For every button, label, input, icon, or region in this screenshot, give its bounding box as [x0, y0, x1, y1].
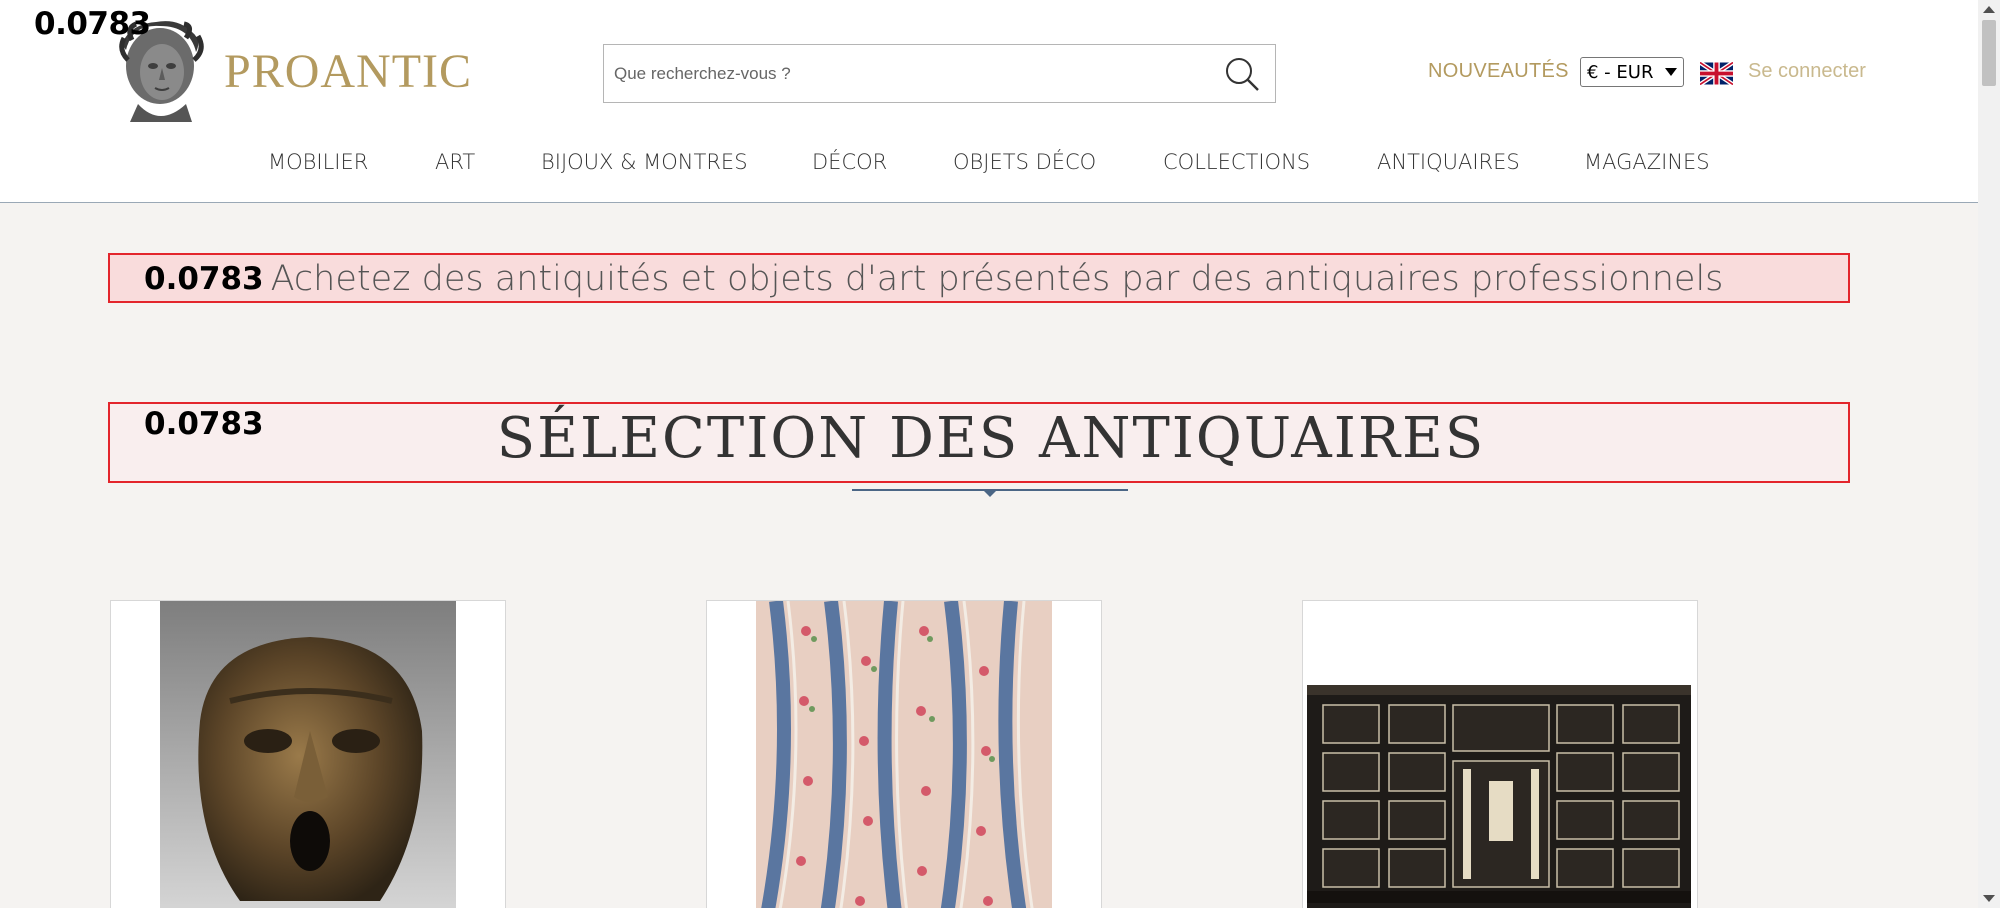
login-link[interactable]: Se connecter [1748, 60, 1866, 83]
site-header: PROANTIC NOUVEAUTÉS € - EUR Se connecter… [0, 0, 1978, 203]
search-icon[interactable] [1223, 55, 1261, 93]
nav-item-antiquaires[interactable]: ANTIQUAIRES [1377, 150, 1520, 174]
product-image-striped-fabric[interactable] [756, 601, 1052, 908]
nav-item-collections[interactable]: COLLECTIONS [1163, 150, 1310, 174]
currency-value: € - EUR [1587, 61, 1654, 83]
tagline-text: Achetez des antiquités et objets d'art p… [270, 259, 1724, 299]
title-divider-arrow [983, 490, 997, 497]
search-input[interactable] [614, 59, 1194, 89]
product-image-bronze-mask[interactable] [160, 601, 456, 908]
chevron-down-icon [1665, 68, 1677, 76]
uk-flag-icon[interactable] [1700, 62, 1733, 85]
search-bar [603, 44, 1276, 103]
page-scrollbar[interactable] [1978, 0, 2000, 908]
tagline-banner: 0.0783 Achetez des antiquités et objets … [108, 253, 1850, 303]
nav-item-mobilier[interactable]: MOBILIER [268, 150, 368, 174]
main-nav: MOBILIER ART BIJOUX & MONTRES DÉCOR OBJE… [0, 150, 1978, 180]
brand-logo-text[interactable]: PROANTIC [224, 44, 472, 99]
nouveautes-link[interactable]: NOUVEAUTÉS [1428, 60, 1569, 83]
scroll-thumb[interactable] [1982, 20, 1996, 86]
nav-item-objets-deco[interactable]: OBJETS DÉCO [953, 150, 1096, 174]
section-title-banner: 0.0783 SÉLECTION DES ANTIQUAIRES [108, 402, 1850, 483]
nav-item-art[interactable]: ART [435, 150, 475, 174]
product-image-cabinet[interactable] [1303, 601, 1698, 908]
scroll-down-icon[interactable] [1983, 895, 1995, 902]
nav-item-decor[interactable]: DÉCOR [812, 150, 887, 174]
section-title: SÉLECTION DES ANTIQUAIRES [496, 406, 1486, 471]
product-card[interactable] [110, 600, 506, 908]
nav-item-bijoux-montres[interactable]: BIJOUX & MONTRES [541, 150, 748, 174]
product-card[interactable] [1302, 600, 1698, 908]
currency-select[interactable]: € - EUR [1580, 57, 1684, 87]
overlay-value-label: 0.0783 [34, 6, 151, 42]
product-card[interactable] [706, 600, 1102, 908]
scroll-up-icon[interactable] [1983, 6, 1995, 13]
nav-item-magazines[interactable]: MAGAZINES [1584, 150, 1710, 174]
